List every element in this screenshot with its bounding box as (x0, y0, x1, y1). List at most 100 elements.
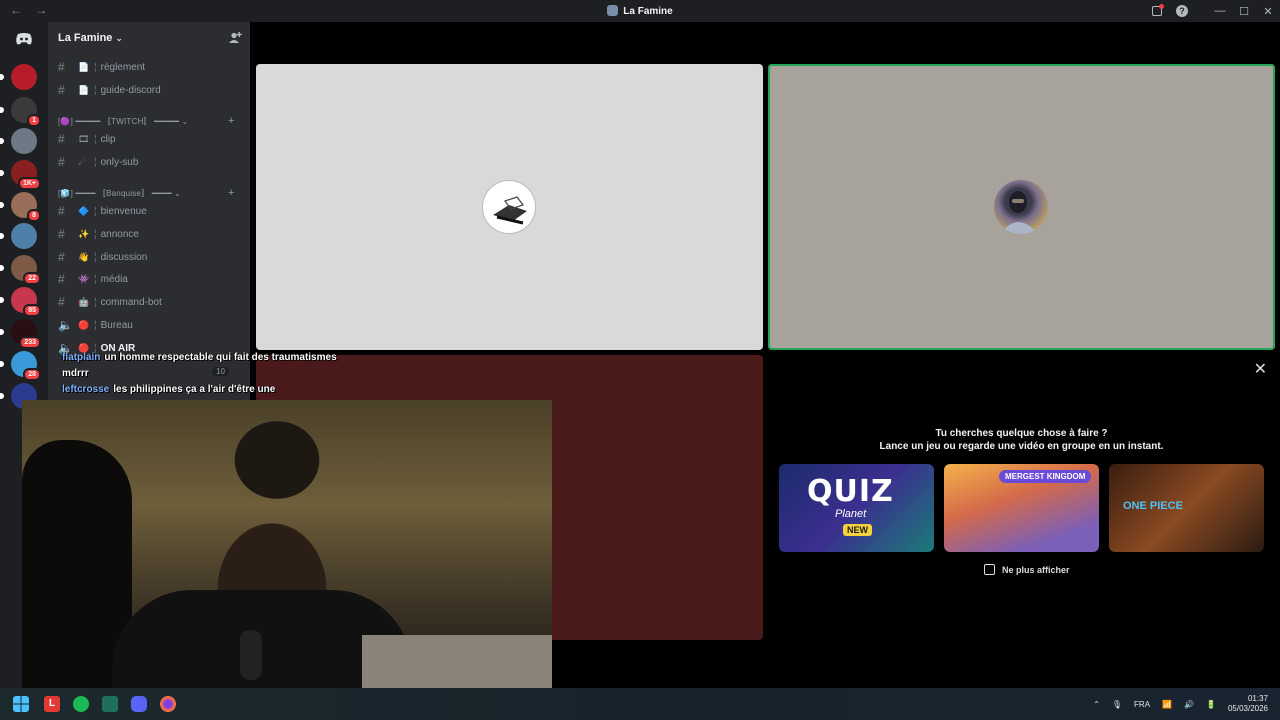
stream-chat-overlay: flatplain un homme respectable qui fait d… (62, 350, 362, 398)
channel-item-discussion[interactable]: # 👋 ¦ discussion (58, 248, 147, 266)
windows-start-icon[interactable] (13, 696, 29, 712)
app-l-icon[interactable]: L (44, 696, 60, 712)
app-icon[interactable] (102, 696, 118, 712)
hash-icon: # (58, 272, 65, 286)
new-badge: NEW (843, 524, 872, 536)
guild-header[interactable]: La Famine ⌄ (48, 22, 250, 54)
spotify-icon[interactable] (73, 696, 89, 712)
separator: ¦ (94, 205, 97, 217)
card-title: QUIZ (807, 474, 894, 509)
server-icon[interactable]: 22 (0, 255, 41, 285)
firefox-icon[interactable] (160, 696, 176, 712)
chevron-up-icon[interactable]: ⌃ (1093, 700, 1100, 709)
mention-badge: 22 (23, 272, 41, 285)
date: 05/03/2026 (1227, 704, 1268, 713)
activity-card-mergest-kingdom[interactable]: MERGEST KINGDOM (944, 464, 1099, 552)
language-indicator[interactable]: FRA (1134, 700, 1150, 709)
unread-indicator (0, 138, 4, 144)
masked-person-avatar-icon (1000, 191, 1038, 234)
unread-indicator (0, 297, 4, 303)
card-subtitle: Planet (835, 508, 867, 520)
channel-emoji: 🔷 (78, 205, 90, 216)
hash-icon: # (58, 60, 65, 74)
server-icon[interactable]: 85 (0, 287, 41, 317)
server-icon[interactable] (0, 128, 37, 154)
taskbar: L ⌃ 🎙 FRA 📶 🔊 🔋 01:37 05/03/2026 (0, 688, 1280, 720)
server-icon[interactable] (0, 64, 37, 90)
channel-item-guide-discord[interactable]: # 📄 ¦ guide-discord (58, 81, 161, 99)
channel-label: média (100, 273, 128, 285)
add-channel-icon[interactable]: + (228, 115, 235, 127)
channel-emoji: ☄ (78, 156, 87, 167)
channel-item-only-sub[interactable]: # ☄ ¦ only-sub (58, 153, 138, 171)
server-icon[interactable]: 1K+ (0, 160, 41, 190)
category-banquise[interactable]: [🧊] ━━━━ 〚Banquise〛 ━━━━ ⌄ + (58, 187, 234, 199)
mention-badge: 85 (23, 304, 41, 317)
hash-icon: # (58, 132, 65, 146)
discord-home-button[interactable] (11, 26, 37, 52)
channel-item-reglement[interactable]: # 📄 ¦ règlement (58, 58, 145, 76)
participant-tile[interactable] (256, 64, 763, 350)
channel-item-bienvenue[interactable]: # 🔷 ¦ bienvenue (58, 202, 147, 220)
hash-icon: # (58, 250, 65, 264)
microphone-icon[interactable]: 🎙 (1112, 700, 1122, 709)
discord-icon[interactable] (131, 696, 147, 712)
volume-icon[interactable]: 🔊 (1184, 700, 1194, 709)
unread-indicator (0, 202, 4, 208)
chevron-down-icon: ⌄ (115, 32, 123, 43)
minimize-button[interactable]: — (1208, 5, 1232, 17)
close-window-button[interactable]: ✕ (1256, 5, 1280, 18)
window-title: La Famine (0, 5, 1280, 17)
battery-icon[interactable]: 🔋 (1206, 700, 1216, 709)
chat-text: un homme respectable qui fait des trauma… (62, 352, 337, 379)
discord-logo-icon (16, 33, 32, 45)
checkbox[interactable] (984, 564, 995, 575)
category-twitch[interactable]: [🟣] ━━━━━ 〚TWITCH〛 ━━━━━ ⌄ + (58, 115, 234, 127)
channel-item-annonce[interactable]: # ✨ ¦ annonce (58, 225, 139, 243)
server-icon (607, 5, 619, 16)
voice-channel-bureau[interactable]: 🔈 🔴 ¦ Bureau (58, 316, 133, 334)
hash-icon: # (58, 204, 65, 218)
channel-emoji: 🔴 (78, 319, 90, 330)
server-icon[interactable]: 28 (0, 351, 41, 381)
close-icon[interactable]: ✕ (1254, 359, 1267, 379)
card-title: ONE PIECE (1123, 500, 1183, 512)
sketch-avatar-icon (493, 196, 527, 225)
channel-label: only-sub (100, 156, 139, 168)
server-icon[interactable]: 8 (0, 192, 41, 222)
clock[interactable]: 01:37 05/03/2026 (1228, 694, 1268, 714)
title-bar: ← → La Famine ? — ☐ ✕ (0, 0, 1280, 22)
server-icon[interactable]: 1 (0, 97, 41, 127)
unread-indicator (0, 170, 4, 176)
separator: ¦ (94, 156, 97, 168)
unread-indicator (0, 107, 4, 113)
separator: ¦ (94, 296, 97, 308)
channel-item-clip[interactable]: # 🎞 ¦ clip (58, 130, 116, 148)
channel-label: bienvenue (100, 205, 147, 217)
server-icon[interactable]: 233 (0, 319, 41, 349)
add-member-icon[interactable] (228, 31, 242, 45)
dont-show-again[interactable]: Ne plus afficher (984, 564, 1070, 575)
maximize-button[interactable]: ☐ (1232, 5, 1256, 18)
help-icon[interactable]: ? (1176, 5, 1188, 17)
separator: ¦ (94, 133, 97, 145)
inbox-icon[interactable] (1152, 4, 1164, 16)
chat-username: flatplain (62, 352, 101, 363)
wifi-icon[interactable]: 📶 (1162, 700, 1172, 709)
window-title-text: La Famine (623, 6, 673, 17)
separator: ¦ (94, 61, 97, 73)
mention-badge: 28 (23, 368, 41, 381)
channel-item-media[interactable]: # 👾 ¦ média (58, 270, 128, 288)
window-controls: ? — ☐ ✕ (1152, 0, 1280, 22)
separator: ¦ (94, 319, 97, 331)
activity-card-one-piece[interactable]: ONE PIECE (1109, 464, 1264, 552)
server-icon[interactable] (0, 223, 37, 249)
channel-item-command-bot[interactable]: # 🤖 ¦ command-bot (58, 293, 162, 311)
add-channel-icon[interactable]: + (228, 187, 235, 199)
activity-card-quiz-planet[interactable]: QUIZ Planet NEW (779, 464, 934, 552)
unread-indicator (0, 265, 4, 271)
channel-label: clip (100, 133, 116, 145)
participant-tile-speaking[interactable] (768, 64, 1275, 350)
guild-name: La Famine (58, 32, 113, 44)
unread-indicator (0, 393, 4, 399)
